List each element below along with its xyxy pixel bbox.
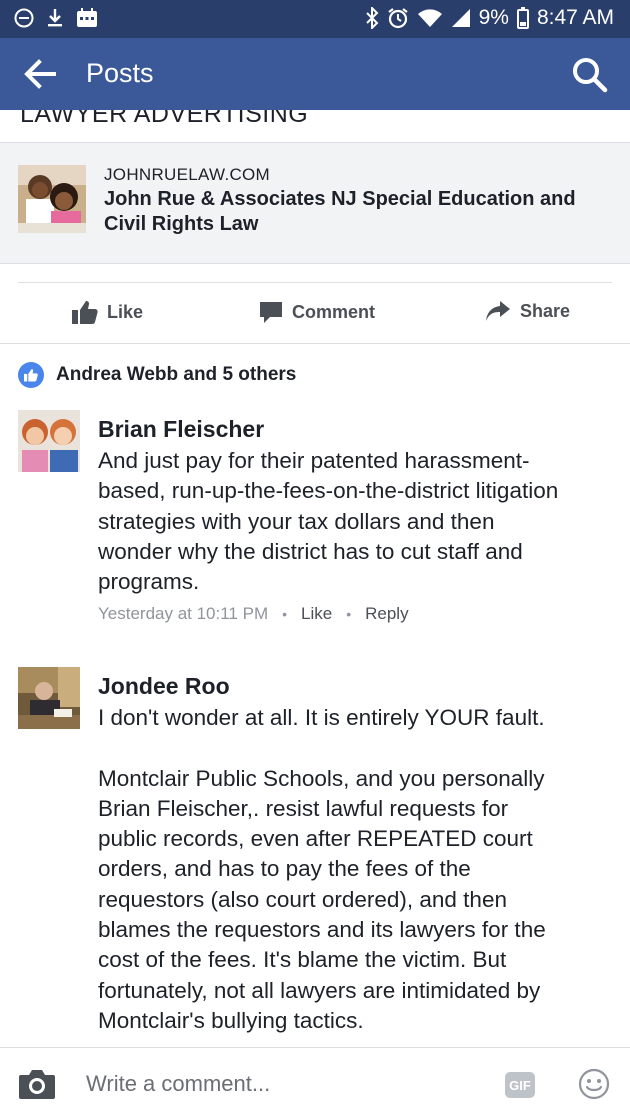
avatar[interactable] <box>18 667 80 729</box>
comment-line: blames the requestors and its lawyers fo… <box>98 917 546 943</box>
back-arrow-icon <box>24 59 56 89</box>
comment-button[interactable]: Comment <box>259 300 375 324</box>
comment-line: I don't wonder at all. It is entirely YO… <box>98 705 545 730</box>
link-preview-card[interactable]: JOHNRUELAW.COM John Rue & Associates NJ … <box>0 142 630 264</box>
comment-composer: GIF <box>0 1047 630 1120</box>
lawyer-advertising-strip: LAWYER ADVERTISING <box>0 110 630 142</box>
comment-meta: Yesterday at 10:11 PM • Like • Reply <box>98 604 409 624</box>
comment-label: Comment <box>292 301 376 322</box>
search-icon <box>573 58 608 93</box>
comment-line: requestors (also court ordered), and the… <box>98 886 507 912</box>
like-label: Like <box>107 301 144 322</box>
share-arrow-icon <box>486 301 510 321</box>
lawyer-advertising-text: LAWYER ADVERTISING <box>20 110 309 128</box>
thumbs-up-icon <box>72 301 98 324</box>
camera-icon <box>19 1070 55 1099</box>
link-title[interactable]: John Rue & Associates NJ Special Educati… <box>104 187 604 237</box>
comment-line: public records, even after REPEATED cour… <box>98 826 533 852</box>
reactions-text: Andrea Webb and 5 others <box>56 364 297 385</box>
back-button[interactable] <box>22 56 58 92</box>
download-icon <box>48 9 62 27</box>
dnd-icon <box>14 8 34 28</box>
divider <box>0 343 630 344</box>
comment-line: And just pay for their patented harassme… <box>98 448 530 473</box>
avatar[interactable] <box>18 410 80 472</box>
comment-input[interactable] <box>86 1066 466 1102</box>
like-button[interactable]: Like <box>72 300 143 324</box>
post-action-bar: Like Comment Share <box>0 283 630 343</box>
comment-reply-link[interactable]: Reply <box>365 604 408 624</box>
comment-body: I don't wonder at all. It is entirely YO… <box>98 703 610 1036</box>
calendar-icon <box>77 8 97 27</box>
app-bar: Posts <box>0 38 630 110</box>
link-domain: JOHNRUELAW.COM <box>104 165 271 184</box>
comment-line: orders, and has to pay the fees of the <box>98 856 471 882</box>
comment-timestamp: Yesterday at 10:11 PM <box>98 604 269 623</box>
comment-body: And just pay for their patented harassme… <box>98 446 610 597</box>
bluetooth-icon <box>365 7 378 29</box>
separator-dot: • <box>346 606 352 622</box>
comment-blank-line <box>98 733 610 763</box>
status-bar: 9% 8:47 AM <box>0 0 630 38</box>
share-button[interactable]: Share <box>485 300 570 322</box>
comment-author[interactable]: Jondee Roo <box>98 673 230 700</box>
comment-line: cost of the fees. It's blame the victim.… <box>98 947 507 973</box>
clock: 8:47 AM <box>536 6 614 29</box>
comment-author[interactable]: Brian Fleischer <box>98 416 264 443</box>
share-label: Share <box>520 300 571 321</box>
comment-line: wonder why the district has to cut staff… <box>98 538 523 564</box>
comment-line: fortunately, not all lawyers are intimid… <box>98 977 541 1003</box>
status-system: 9% 8:47 AM <box>365 6 614 30</box>
comment-line: programs. <box>98 569 200 595</box>
reactions-summary[interactable]: Andrea Webb and 5 others <box>18 362 296 388</box>
camera-button[interactable] <box>18 1068 56 1105</box>
page-title: Posts <box>86 58 154 88</box>
comment-line: based, run-up-the-fees-on-the-district l… <box>98 478 559 504</box>
signal-icon <box>451 9 470 27</box>
comment-bubble-icon <box>260 302 282 323</box>
gif-button[interactable]: GIF <box>505 1072 535 1098</box>
comment-line: Montclair Public Schools, and you person… <box>98 765 545 791</box>
like-reaction-icon <box>18 362 44 388</box>
link-thumbnail <box>18 165 86 233</box>
emoji-icon <box>578 1068 610 1100</box>
emoji-button[interactable] <box>578 1068 610 1105</box>
comment-line: Brian Fleischer,. resist lawful requests… <box>98 795 509 821</box>
battery-percent: 9% <box>478 6 509 29</box>
wifi-icon <box>417 9 442 27</box>
comment-line: Montclair's bullying tactics. <box>98 1007 364 1033</box>
search-button[interactable] <box>570 55 608 93</box>
status-notifications <box>14 8 98 28</box>
comment-line: strategies with your tax dollars and the… <box>98 508 495 534</box>
comment-like-link[interactable]: Like <box>301 604 332 624</box>
separator-dot: • <box>282 606 288 622</box>
battery-icon <box>516 7 529 29</box>
alarm-icon <box>387 8 408 29</box>
